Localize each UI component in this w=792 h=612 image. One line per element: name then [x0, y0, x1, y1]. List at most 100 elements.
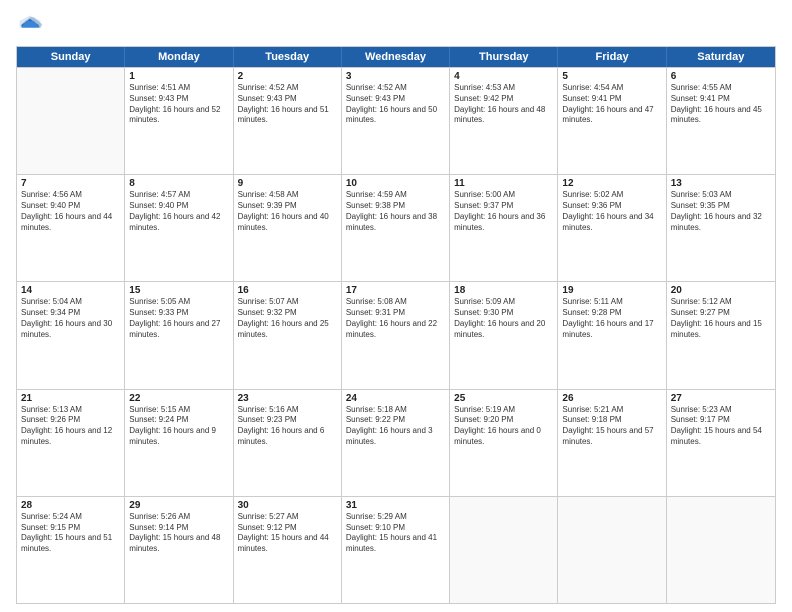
calendar-week-1: 1Sunrise: 4:51 AMSunset: 9:43 PMDaylight…: [17, 67, 775, 174]
calendar-cell: [450, 497, 558, 603]
calendar-cell: 8Sunrise: 4:57 AMSunset: 9:40 PMDaylight…: [125, 175, 233, 281]
day-number: 23: [238, 393, 337, 404]
day-number: 14: [21, 285, 120, 296]
calendar-cell: 31Sunrise: 5:29 AMSunset: 9:10 PMDayligh…: [342, 497, 450, 603]
calendar-cell: 27Sunrise: 5:23 AMSunset: 9:17 PMDayligh…: [667, 390, 775, 496]
logo: [16, 12, 48, 40]
page: SundayMondayTuesdayWednesdayThursdayFrid…: [0, 0, 792, 612]
day-info: Sunrise: 5:15 AMSunset: 9:24 PMDaylight:…: [129, 405, 228, 448]
day-number: 12: [562, 178, 661, 189]
day-number: 30: [238, 500, 337, 511]
day-info: Sunrise: 5:04 AMSunset: 9:34 PMDaylight:…: [21, 297, 120, 340]
day-number: 6: [671, 71, 771, 82]
day-info: Sunrise: 4:57 AMSunset: 9:40 PMDaylight:…: [129, 190, 228, 233]
day-number: 3: [346, 71, 445, 82]
logo-icon: [16, 12, 44, 40]
calendar-cell: 25Sunrise: 5:19 AMSunset: 9:20 PMDayligh…: [450, 390, 558, 496]
day-info: Sunrise: 5:19 AMSunset: 9:20 PMDaylight:…: [454, 405, 553, 448]
day-info: Sunrise: 5:02 AMSunset: 9:36 PMDaylight:…: [562, 190, 661, 233]
day-info: Sunrise: 5:00 AMSunset: 9:37 PMDaylight:…: [454, 190, 553, 233]
day-info: Sunrise: 4:54 AMSunset: 9:41 PMDaylight:…: [562, 83, 661, 126]
day-info: Sunrise: 5:16 AMSunset: 9:23 PMDaylight:…: [238, 405, 337, 448]
day-info: Sunrise: 5:13 AMSunset: 9:26 PMDaylight:…: [21, 405, 120, 448]
calendar-header: SundayMondayTuesdayWednesdayThursdayFrid…: [17, 47, 775, 67]
calendar-cell: 29Sunrise: 5:26 AMSunset: 9:14 PMDayligh…: [125, 497, 233, 603]
calendar-week-2: 7Sunrise: 4:56 AMSunset: 9:40 PMDaylight…: [17, 174, 775, 281]
day-number: 31: [346, 500, 445, 511]
day-info: Sunrise: 4:59 AMSunset: 9:38 PMDaylight:…: [346, 190, 445, 233]
day-info: Sunrise: 5:21 AMSunset: 9:18 PMDaylight:…: [562, 405, 661, 448]
calendar-cell: 24Sunrise: 5:18 AMSunset: 9:22 PMDayligh…: [342, 390, 450, 496]
day-number: 9: [238, 178, 337, 189]
day-number: 11: [454, 178, 553, 189]
day-number: 24: [346, 393, 445, 404]
calendar-cell: 11Sunrise: 5:00 AMSunset: 9:37 PMDayligh…: [450, 175, 558, 281]
day-info: Sunrise: 4:52 AMSunset: 9:43 PMDaylight:…: [346, 83, 445, 126]
calendar-cell: 17Sunrise: 5:08 AMSunset: 9:31 PMDayligh…: [342, 282, 450, 388]
day-number: 18: [454, 285, 553, 296]
day-info: Sunrise: 5:29 AMSunset: 9:10 PMDaylight:…: [346, 512, 445, 555]
day-info: Sunrise: 5:03 AMSunset: 9:35 PMDaylight:…: [671, 190, 771, 233]
calendar-cell: 4Sunrise: 4:53 AMSunset: 9:42 PMDaylight…: [450, 68, 558, 174]
day-number: 2: [238, 71, 337, 82]
day-number: 13: [671, 178, 771, 189]
day-info: Sunrise: 4:58 AMSunset: 9:39 PMDaylight:…: [238, 190, 337, 233]
calendar-cell: 20Sunrise: 5:12 AMSunset: 9:27 PMDayligh…: [667, 282, 775, 388]
calendar-cell: 19Sunrise: 5:11 AMSunset: 9:28 PMDayligh…: [558, 282, 666, 388]
day-number: 10: [346, 178, 445, 189]
day-info: Sunrise: 5:07 AMSunset: 9:32 PMDaylight:…: [238, 297, 337, 340]
day-header-monday: Monday: [125, 47, 233, 67]
calendar-cell: 7Sunrise: 4:56 AMSunset: 9:40 PMDaylight…: [17, 175, 125, 281]
day-info: Sunrise: 5:08 AMSunset: 9:31 PMDaylight:…: [346, 297, 445, 340]
day-info: Sunrise: 4:51 AMSunset: 9:43 PMDaylight:…: [129, 83, 228, 126]
calendar-cell: 26Sunrise: 5:21 AMSunset: 9:18 PMDayligh…: [558, 390, 666, 496]
calendar-cell: 1Sunrise: 4:51 AMSunset: 9:43 PMDaylight…: [125, 68, 233, 174]
calendar: SundayMondayTuesdayWednesdayThursdayFrid…: [16, 46, 776, 604]
day-number: 1: [129, 71, 228, 82]
day-info: Sunrise: 4:56 AMSunset: 9:40 PMDaylight:…: [21, 190, 120, 233]
calendar-cell: 3Sunrise: 4:52 AMSunset: 9:43 PMDaylight…: [342, 68, 450, 174]
calendar-cell: 18Sunrise: 5:09 AMSunset: 9:30 PMDayligh…: [450, 282, 558, 388]
calendar-cell: 22Sunrise: 5:15 AMSunset: 9:24 PMDayligh…: [125, 390, 233, 496]
day-number: 7: [21, 178, 120, 189]
calendar-cell: 13Sunrise: 5:03 AMSunset: 9:35 PMDayligh…: [667, 175, 775, 281]
day-info: Sunrise: 4:53 AMSunset: 9:42 PMDaylight:…: [454, 83, 553, 126]
calendar-week-5: 28Sunrise: 5:24 AMSunset: 9:15 PMDayligh…: [17, 496, 775, 603]
day-number: 22: [129, 393, 228, 404]
day-number: 29: [129, 500, 228, 511]
calendar-cell: 16Sunrise: 5:07 AMSunset: 9:32 PMDayligh…: [234, 282, 342, 388]
day-number: 26: [562, 393, 661, 404]
day-info: Sunrise: 5:18 AMSunset: 9:22 PMDaylight:…: [346, 405, 445, 448]
day-number: 16: [238, 285, 337, 296]
calendar-cell: 12Sunrise: 5:02 AMSunset: 9:36 PMDayligh…: [558, 175, 666, 281]
calendar-cell: 10Sunrise: 4:59 AMSunset: 9:38 PMDayligh…: [342, 175, 450, 281]
day-header-sunday: Sunday: [17, 47, 125, 67]
calendar-cell: 5Sunrise: 4:54 AMSunset: 9:41 PMDaylight…: [558, 68, 666, 174]
calendar-cell: 6Sunrise: 4:55 AMSunset: 9:41 PMDaylight…: [667, 68, 775, 174]
day-number: 25: [454, 393, 553, 404]
calendar-cell: [667, 497, 775, 603]
day-number: 27: [671, 393, 771, 404]
calendar-cell: 2Sunrise: 4:52 AMSunset: 9:43 PMDaylight…: [234, 68, 342, 174]
day-info: Sunrise: 4:52 AMSunset: 9:43 PMDaylight:…: [238, 83, 337, 126]
calendar-cell: 14Sunrise: 5:04 AMSunset: 9:34 PMDayligh…: [17, 282, 125, 388]
day-info: Sunrise: 4:55 AMSunset: 9:41 PMDaylight:…: [671, 83, 771, 126]
calendar-cell: 21Sunrise: 5:13 AMSunset: 9:26 PMDayligh…: [17, 390, 125, 496]
day-info: Sunrise: 5:26 AMSunset: 9:14 PMDaylight:…: [129, 512, 228, 555]
calendar-cell: [17, 68, 125, 174]
header: [16, 12, 776, 40]
day-number: 5: [562, 71, 661, 82]
day-header-wednesday: Wednesday: [342, 47, 450, 67]
day-info: Sunrise: 5:12 AMSunset: 9:27 PMDaylight:…: [671, 297, 771, 340]
day-info: Sunrise: 5:11 AMSunset: 9:28 PMDaylight:…: [562, 297, 661, 340]
day-number: 8: [129, 178, 228, 189]
calendar-body: 1Sunrise: 4:51 AMSunset: 9:43 PMDaylight…: [17, 67, 775, 603]
day-header-thursday: Thursday: [450, 47, 558, 67]
day-number: 15: [129, 285, 228, 296]
day-header-friday: Friday: [558, 47, 666, 67]
day-number: 20: [671, 285, 771, 296]
day-info: Sunrise: 5:09 AMSunset: 9:30 PMDaylight:…: [454, 297, 553, 340]
day-header-saturday: Saturday: [667, 47, 775, 67]
day-info: Sunrise: 5:05 AMSunset: 9:33 PMDaylight:…: [129, 297, 228, 340]
calendar-cell: 9Sunrise: 4:58 AMSunset: 9:39 PMDaylight…: [234, 175, 342, 281]
